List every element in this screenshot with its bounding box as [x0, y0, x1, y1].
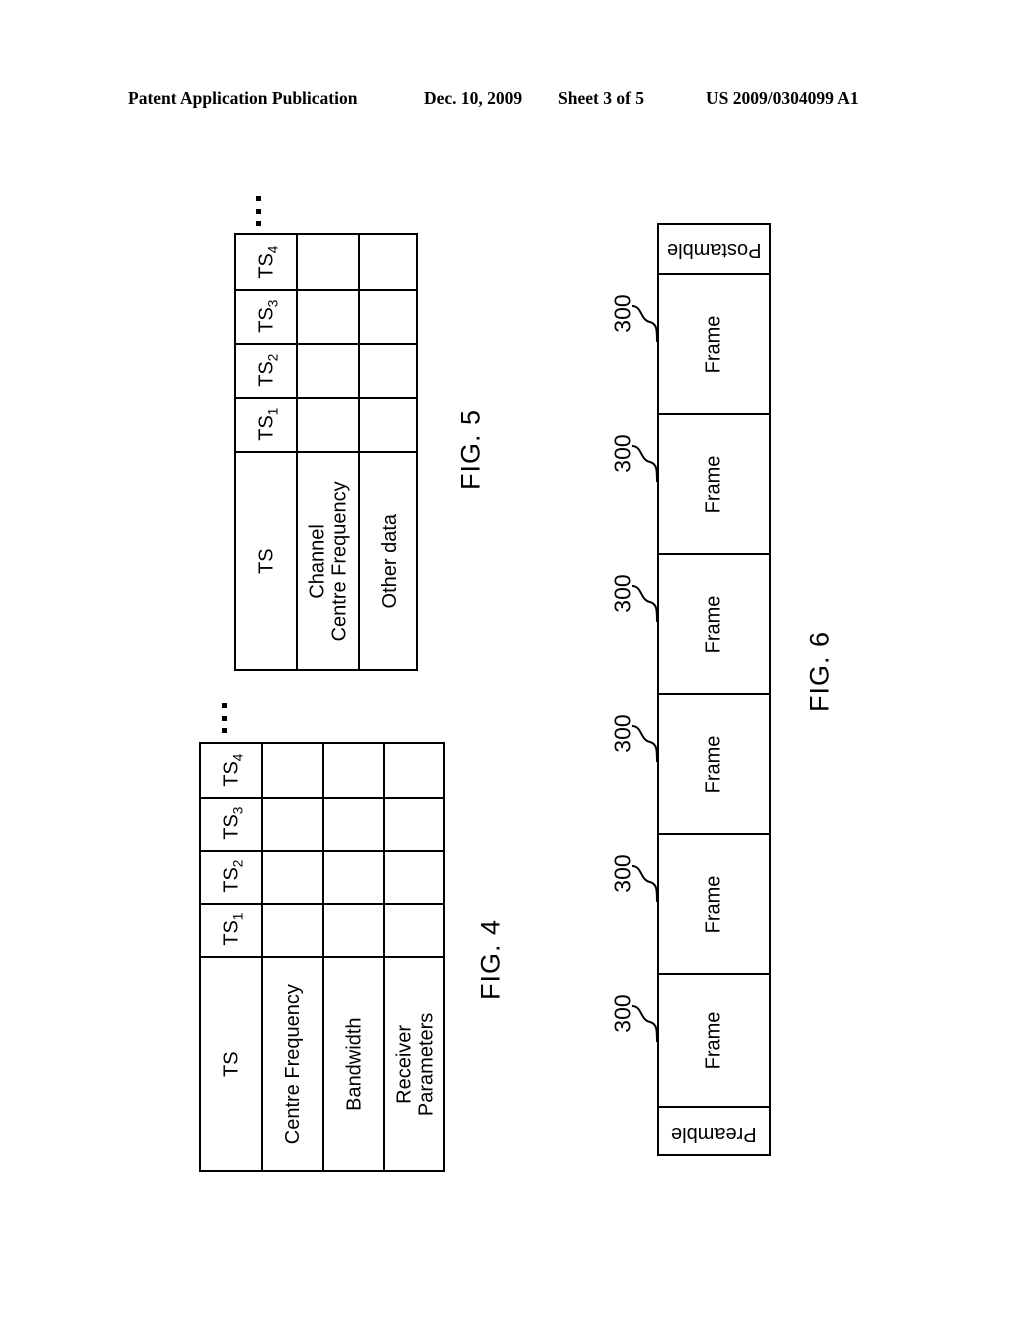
fig4-header-cell-ts1: TS1 [201, 903, 263, 956]
fig5-col-sub: 3 [265, 299, 281, 307]
ellipsis-dot [255, 196, 261, 201]
fig5-header-cell-ts3: TS3 [236, 289, 298, 343]
fig5-row-label-line1: Channel [306, 523, 329, 599]
fig6-cell-frame: Frame [659, 415, 769, 555]
fig6-cell-label: Postamble [666, 238, 762, 261]
fig6-cell-label: Frame [702, 1011, 725, 1070]
ellipsis-dot [255, 208, 261, 214]
fig6-cell-frame: Frame [659, 275, 769, 415]
fig5-col-sub: 4 [265, 245, 281, 253]
fig4-header-cell-ts3: TS3 [201, 797, 263, 850]
fig6-leader-line [631, 305, 658, 343]
fig4-col-label: TS [220, 920, 243, 947]
header-date: Dec. 10, 2009 [424, 88, 523, 108]
fig5-row-label: TS [255, 548, 278, 574]
fig4-col-sub: 3 [230, 806, 246, 815]
fig6-cell-label: Preamble [671, 1122, 757, 1145]
fig6-leader-line [631, 865, 658, 903]
fig4-table: TS4 TS3 TS2 TS1 TS Centre Frequency Band… [199, 742, 445, 1172]
fig4-rowheader-ts: TS [201, 956, 263, 1172]
fig6-frame-stack: Postamble Frame Frame Frame Frame Frame … [657, 223, 771, 1156]
ellipsis-dot [221, 715, 227, 721]
fig4-col-sub: 4 [230, 753, 246, 762]
fig4-header-cell-ts4: TS4 [201, 744, 263, 797]
fig5-col-label: TS [255, 414, 278, 441]
fig4-col-label: TS [220, 867, 243, 894]
ellipsis-dot [221, 703, 227, 708]
fig5-col-sub: 2 [265, 353, 281, 361]
fig6-cell-label: Frame [702, 315, 725, 373]
fig6-leader-line [631, 725, 658, 763]
fig5-rowheader-ts: TS [236, 451, 298, 671]
fig4-ellipsis [221, 703, 227, 733]
fig5-col-sub: 1 [265, 407, 281, 415]
fig6-cell-postamble: Postamble [659, 225, 769, 275]
fig6-leader-line [631, 1005, 658, 1043]
fig5-header-cell-ts1: TS1 [236, 397, 298, 451]
fig6-caption: FIG. 6 [804, 631, 835, 713]
fig5-col-label: TS [255, 360, 278, 387]
header-sheet: Sheet 3 of 5 [558, 88, 645, 108]
fig6-cell-frame: Frame [659, 555, 769, 695]
fig6-cell-frame: Frame [659, 695, 769, 835]
fig4-row-label: Bandwidth [343, 1017, 366, 1111]
fig6-cell-frame: Frame [659, 835, 769, 975]
fig5-rowheader-channel-centre-frequency: Channel Centre Frequency [298, 451, 360, 671]
fig6-cell-label: Frame [702, 875, 725, 933]
fig6-cell-preamble: Preamble [659, 1108, 769, 1158]
fig5-row-label-line2: Centre Frequency [329, 480, 352, 642]
ellipsis-dot [221, 728, 227, 733]
fig4-caption: FIG. 4 [475, 919, 506, 1001]
fig5-ellipsis [255, 196, 261, 226]
fig5-header-cell-ts2: TS2 [236, 343, 298, 397]
fig4-row-label-line1: Receiver [393, 1024, 416, 1104]
header-patent-number: US 2009/0304099 A1 [706, 88, 859, 108]
fig5-col-label: TS [255, 306, 278, 333]
fig4-row-label: Centre Frequency [282, 983, 305, 1145]
fig6-leader-line [631, 585, 658, 623]
fig6-cell-label: Frame [702, 455, 725, 513]
fig5-caption: FIG. 5 [455, 409, 486, 491]
fig4-col-label: TS [220, 761, 243, 788]
fig4-col-label: TS [220, 814, 243, 841]
fig4-row-label: TS [220, 1051, 243, 1077]
page-header: Patent Application Publication Dec. 10, … [0, 88, 1024, 116]
header-publication: Patent Application Publication [128, 88, 358, 108]
fig6-cell-frame: Frame [659, 975, 769, 1108]
fig4-header-cell-ts2: TS2 [201, 850, 263, 903]
fig5-row-label: Other data [378, 513, 401, 609]
fig6-cell-label: Frame [702, 595, 725, 653]
fig4-col-sub: 1 [230, 912, 246, 921]
fig5-table: TS4 TS3 TS2 TS1 TS Channel Centre Freque… [234, 233, 418, 671]
fig4-rowheader-bandwidth: Bandwidth [324, 956, 385, 1172]
fig5-header-cell-ts4: TS4 [236, 235, 298, 289]
fig5-col-label: TS [255, 252, 278, 279]
fig6-leader-line [631, 445, 658, 483]
ellipsis-dot [255, 221, 261, 226]
fig6-cell-label: Frame [702, 735, 725, 793]
fig4-col-sub: 2 [230, 859, 246, 868]
fig4-rowheader-centre-frequency: Centre Frequency [263, 956, 324, 1172]
